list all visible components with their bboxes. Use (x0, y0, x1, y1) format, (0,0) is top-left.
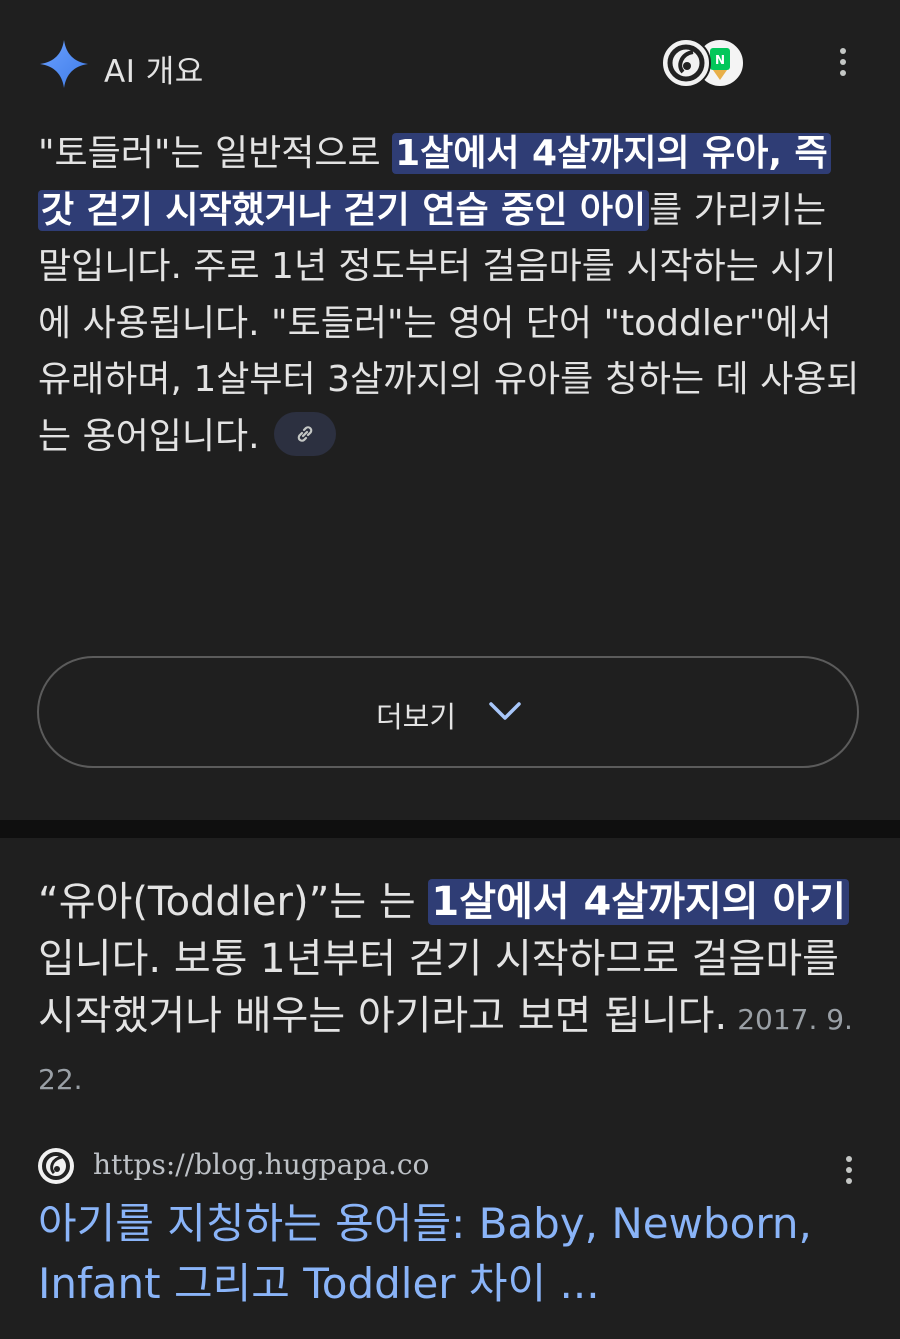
ai-overview-title: AI 개요 (104, 54, 204, 90)
featured-snippet-text: “유아(Toddler)”는 는 1살에서 4살까지의 아기입니다. 보통 1년… (38, 874, 868, 1108)
hugpapa-favicon-icon (661, 38, 711, 88)
section-divider (0, 820, 900, 838)
ai-overview-header: AI 개요 N (38, 36, 868, 92)
source-title-link[interactable]: 아기를 지칭하는 용어들: Baby, Newborn, Infant 그리고 … (38, 1194, 868, 1314)
ai-overview-text: "토들러"는 일반적으로 1살에서 4살까지의 유아, 즉 갓 걷기 시작했거나… (38, 126, 868, 465)
source-menu-icon[interactable] (834, 1156, 864, 1188)
source-favicons[interactable]: N (661, 38, 751, 88)
source-url[interactable]: https://blog.hugpapa.co (93, 1148, 429, 1181)
chevron-down-icon (489, 702, 521, 720)
snippet-highlight: 1살에서 4살까지의 아기 (428, 879, 850, 925)
source-link-button[interactable] (273, 411, 336, 456)
link-icon (297, 425, 312, 442)
snippet-before: “유아(Toddler)”는 는 (38, 879, 429, 925)
show-more-button[interactable]: 더보기 (37, 656, 859, 768)
show-more-label: 더보기 (376, 700, 457, 734)
source-favicon-icon[interactable] (38, 1148, 74, 1184)
gemini-star-icon (40, 40, 88, 88)
ai-overview-menu-icon[interactable] (828, 48, 858, 80)
svg-text:N: N (715, 53, 725, 67)
ai-text-before: "토들러"는 일반적으로 (38, 133, 393, 174)
snippet-after: 입니다. 보통 1년부터 걷기 시작하므로 걸음마를 시작했거나 배우는 아기라… (38, 936, 839, 1039)
search-results-page: AI 개요 N "토들러"는 일반적으로 1살에서 4살까지의 유아, 즉 갓 … (0, 0, 900, 1339)
